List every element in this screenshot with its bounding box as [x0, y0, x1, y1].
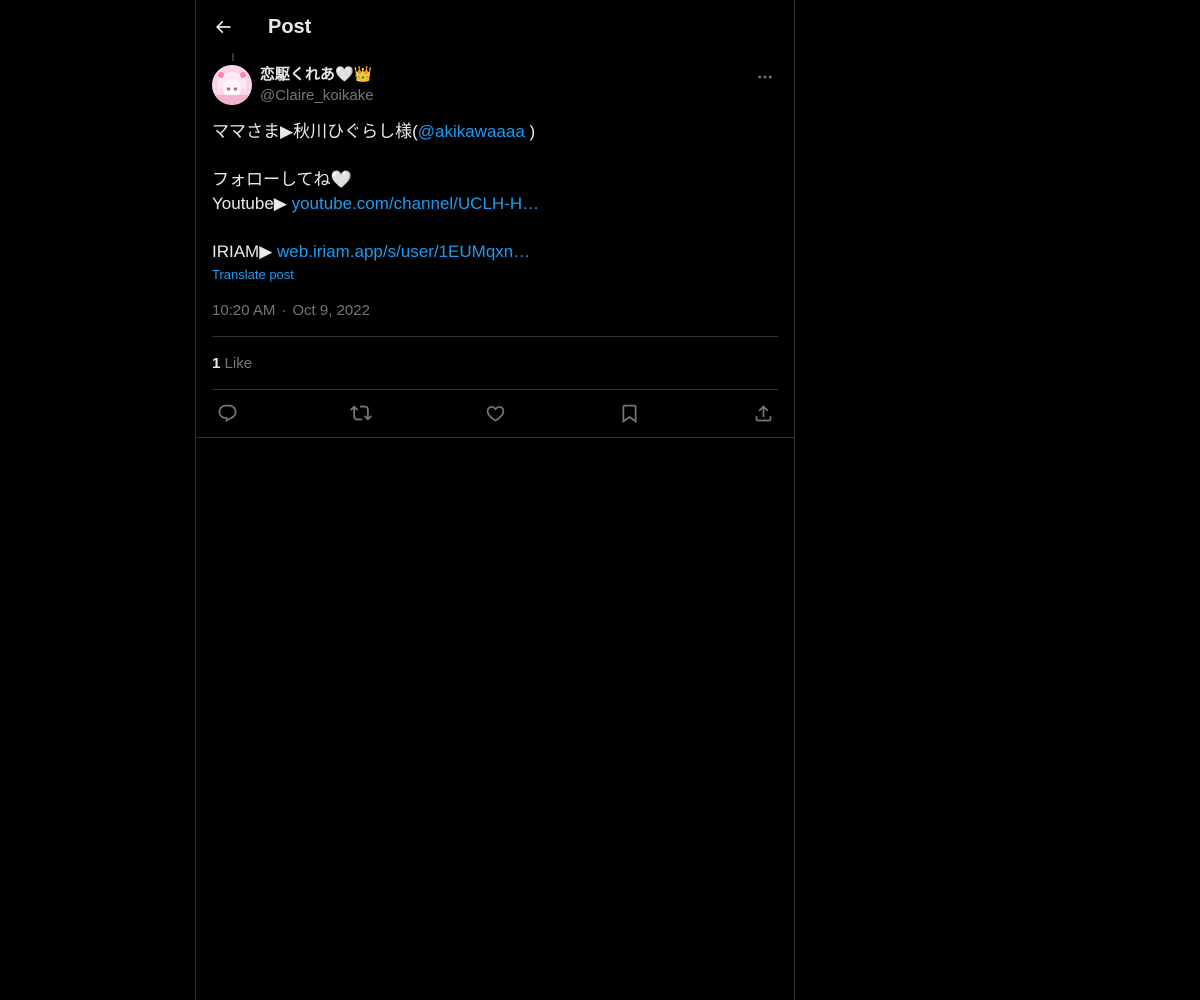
post-bottom-border: [196, 437, 794, 438]
post-line-4: IRIAM▶ web.iriam.app/s/user/1EUMqxn…: [212, 240, 778, 264]
meta-separator: ·: [281, 302, 287, 319]
mention-link[interactable]: @akikawaaaa: [418, 122, 525, 141]
post-line-2: フォローしてね🤍: [212, 170, 352, 189]
header-bar: Post: [196, 0, 794, 53]
post-line-1-prefix: ママさま▶秋川ひぐらし様(: [212, 122, 418, 141]
heart-icon: [485, 403, 506, 424]
more-horizontal-icon: [756, 68, 774, 86]
like-button[interactable]: [483, 401, 507, 425]
post-date[interactable]: Oct 9, 2022: [292, 302, 370, 319]
post-timestamp: 10:20 AM · Oct 9, 2022: [212, 301, 370, 321]
back-button[interactable]: [208, 10, 238, 44]
page-title: Post: [268, 16, 312, 38]
main-column: Post 恋駆くれあ🤍👑 @Claire_koikake ママさま▶秋川ひぐらし…: [195, 0, 795, 1000]
avatar[interactable]: [212, 65, 252, 105]
author-display-name[interactable]: 恋駆くれあ🤍👑: [260, 65, 372, 85]
share-button[interactable]: [751, 401, 775, 425]
likes-label: Like: [224, 355, 253, 372]
action-bar: [212, 390, 778, 436]
post-line-1-suffix: ): [524, 122, 536, 141]
post-line-1: ママさま▶秋川ひぐらし様(@akikawaaaa ): [212, 120, 778, 144]
bookmark-icon: [619, 403, 640, 424]
post-line-3: Youtube▶ youtube.com/channel/UCLH-H…: [212, 192, 778, 216]
translate-post-link[interactable]: Translate post: [212, 266, 294, 284]
divider: [212, 336, 778, 337]
reply-icon: [217, 403, 238, 424]
repost-icon: [350, 402, 372, 424]
likes-stat[interactable]: 1 Like: [212, 354, 252, 374]
reply-button[interactable]: [215, 401, 239, 425]
more-options-button[interactable]: [753, 65, 777, 89]
post-body: ママさま▶秋川ひぐらし様(@akikawaaaa ) フォローしてね🤍 Yout…: [212, 120, 778, 264]
thread-connector: [232, 53, 234, 61]
iriam-label: IRIAM▶: [212, 242, 278, 261]
share-icon: [753, 403, 774, 424]
post-time[interactable]: 10:20 AM: [212, 302, 275, 319]
bookmark-button[interactable]: [617, 401, 641, 425]
likes-count: 1: [212, 355, 221, 372]
youtube-label: Youtube▶: [212, 194, 292, 213]
author-handle[interactable]: @Claire_koikake: [260, 86, 374, 106]
repost-button[interactable]: [349, 401, 373, 425]
arrow-left-icon: [213, 17, 233, 37]
youtube-link[interactable]: youtube.com/channel/UCLH-H…: [292, 194, 540, 213]
iriam-link[interactable]: web.iriam.app/s/user/1EUMqxn…: [277, 242, 530, 261]
